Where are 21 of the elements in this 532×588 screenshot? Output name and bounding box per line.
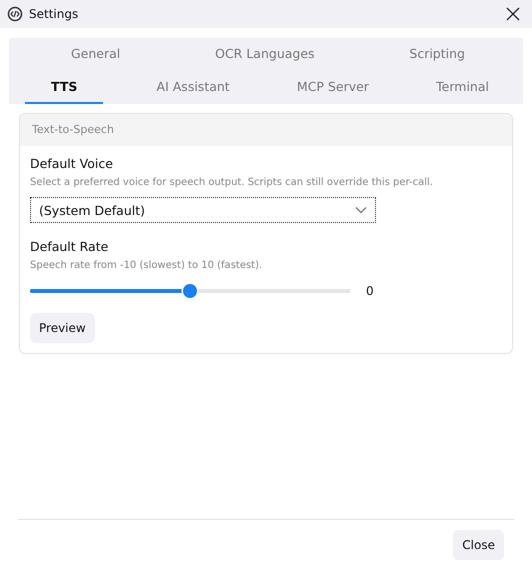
close-button[interactable]: Close: [453, 530, 504, 560]
app-icon: [7, 6, 23, 22]
window-title: Settings: [29, 7, 78, 21]
tab[interactable]: Terminal: [422, 71, 503, 104]
close-icon[interactable]: [506, 7, 520, 21]
section-header: Text-to-Speech: [20, 114, 512, 146]
tab[interactable]: AI Assistant: [142, 71, 244, 104]
field-hint: Speech rate from -10 (slowest) to 10 (fastest).: [30, 260, 264, 271]
preview-button[interactable]: Preview: [30, 313, 95, 343]
rate-value: 0: [366, 284, 374, 298]
field-label: Default Rate: [30, 239, 110, 254]
tab[interactable]: General: [57, 38, 134, 71]
voice-dropdown[interactable]: (System Default): [30, 197, 376, 223]
tab[interactable]: MCP Server: [282, 71, 383, 104]
chevron-down-icon: [355, 206, 367, 214]
field-label: Default Voice: [30, 156, 114, 171]
tab[interactable]: Scripting: [395, 38, 479, 71]
tab[interactable]: OCR Languages: [201, 38, 329, 71]
slider-thumb[interactable]: [183, 284, 197, 298]
tab[interactable]: TTS: [25, 71, 104, 104]
field-hint: Select a preferred voice for speech output. Scripts can still override this per-call.: [30, 177, 434, 188]
